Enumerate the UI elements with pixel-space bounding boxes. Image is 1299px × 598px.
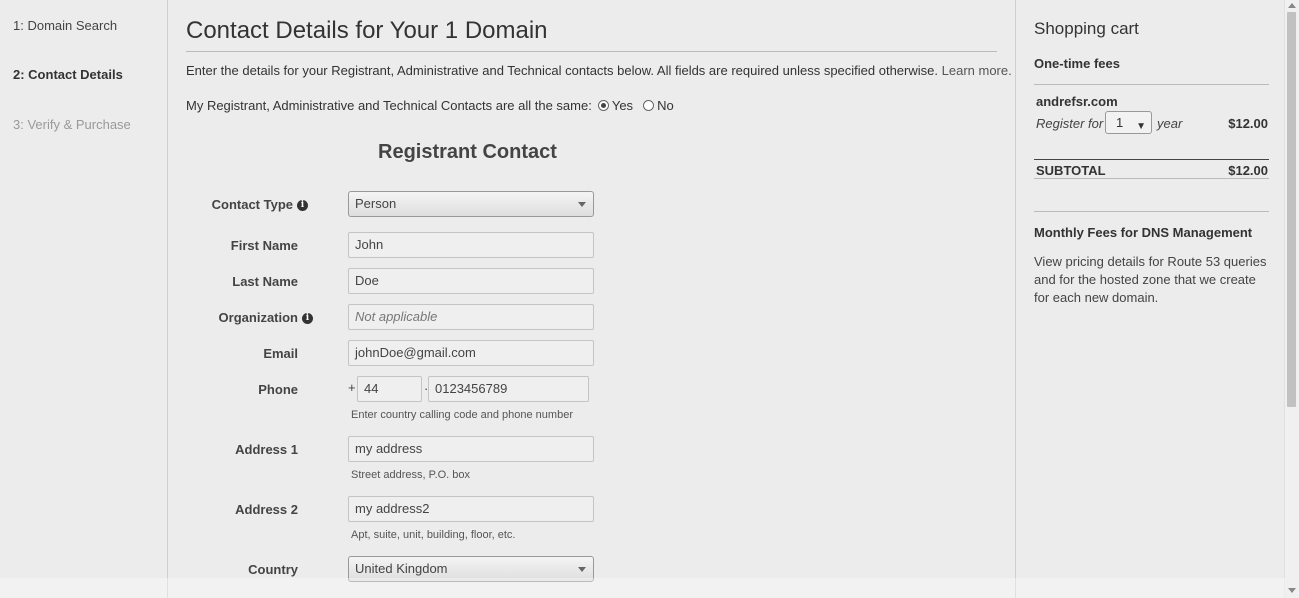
contact-type-label: Contact Type i [128, 197, 308, 212]
caret-down-icon [578, 567, 586, 572]
page-scrollbar[interactable] [1284, 0, 1299, 598]
country-label: Country [248, 562, 298, 577]
phone-plus: + [348, 380, 356, 395]
cart-domain-name: andrefsr.com [1036, 94, 1118, 109]
radio-icon-yes[interactable] [597, 100, 609, 111]
phone-label: Phone [258, 382, 298, 397]
subtotal-amount: $12.00 [1228, 163, 1268, 178]
address1-label: Address 1 [235, 442, 298, 457]
first-name-label: First Name [230, 238, 298, 253]
contact-type-label-text: Contact Type [211, 197, 293, 212]
scroll-down-icon[interactable] [1288, 588, 1296, 593]
dns-fees-description: View pricing details for Route 53 querie… [1034, 254, 1267, 305]
step-verify-purchase: 3: Verify & Purchase [13, 117, 131, 132]
year-unit-label: year [1157, 116, 1183, 131]
dns-divider [1034, 211, 1269, 212]
chevron-down-icon: ▼ [1136, 121, 1146, 132]
step-contact-details: 2: Contact Details [13, 67, 123, 82]
last-name-label: Last Name [232, 274, 298, 289]
cart-divider [1034, 84, 1269, 85]
contact-details-main: Contact Details for Your 1 Domain Enter … [168, 0, 1015, 598]
last-name-input[interactable]: Doe [348, 268, 594, 294]
registrant-contact-heading: Registrant Contact [378, 141, 557, 163]
address1-help-text: Street address, P.O. box [351, 469, 471, 481]
address2-help-text: Apt, suite, unit, building, floor, etc. [351, 529, 516, 541]
contact-type-select[interactable]: Person [348, 191, 594, 217]
info-icon[interactable]: i [297, 200, 308, 212]
registration-years-value: 1 [1116, 115, 1124, 130]
organization-label-text: Organization [218, 310, 298, 325]
intro-description: Enter the details for your Registrant, A… [186, 63, 938, 78]
contact-type-value: Person [355, 196, 397, 211]
title-divider [186, 51, 997, 52]
contacts-same-row: My Registrant, Administrative and Techni… [186, 98, 674, 113]
scroll-up-icon[interactable] [1288, 3, 1296, 8]
step-domain-search[interactable]: 1: Domain Search [13, 18, 117, 33]
intro-text: Enter the details for your Registrant, A… [186, 63, 1012, 78]
register-for-label: Register for [1036, 116, 1104, 131]
info-icon[interactable]: i [302, 313, 313, 325]
subtotal-bottom-divider [1034, 178, 1269, 179]
organization-input[interactable]: Not applicable [348, 304, 594, 330]
radio-icon-no[interactable] [643, 100, 655, 111]
contacts-same-question: My Registrant, Administrative and Techni… [186, 98, 592, 113]
subtotal-label: SUBTOTAL [1036, 163, 1106, 178]
scroll-thumb[interactable] [1287, 12, 1296, 407]
country-value: United Kingdom [355, 561, 448, 576]
email-input[interactable]: johnDoe@gmail.com [348, 340, 594, 366]
organization-label: Organization i [133, 310, 313, 325]
address2-label: Address 2 [235, 502, 298, 517]
bottom-overlay [0, 578, 1285, 598]
page-title: Contact Details for Your 1 Domain [186, 17, 548, 44]
phone-number-input[interactable]: 0123456789 [428, 376, 589, 402]
registration-years-select[interactable]: 1 ▼ [1105, 111, 1152, 134]
domain-price: $12.00 [1228, 116, 1268, 131]
shopping-cart: Shopping cart One-time fees andrefsr.com… [1015, 0, 1286, 598]
first-name-input[interactable]: John [348, 232, 594, 258]
caret-down-icon [578, 202, 586, 207]
phone-country-code-input[interactable]: 44 [357, 376, 422, 402]
contacts-same-yes-label[interactable]: Yes [612, 98, 633, 113]
email-label: Email [263, 346, 298, 361]
learn-more-link[interactable]: Learn more. [942, 63, 1012, 78]
address1-input[interactable]: my address [348, 436, 594, 462]
phone-help-text: Enter country calling code and phone num… [351, 409, 573, 421]
cart-title: Shopping cart [1034, 19, 1139, 38]
dns-fees-heading: Monthly Fees for DNS Management [1034, 225, 1253, 240]
address2-input[interactable]: my address2 [348, 496, 594, 522]
subtotal-divider [1034, 159, 1269, 160]
contacts-same-no-label[interactable]: No [657, 98, 674, 113]
one-time-fees-heading: One-time fees [1034, 56, 1120, 71]
